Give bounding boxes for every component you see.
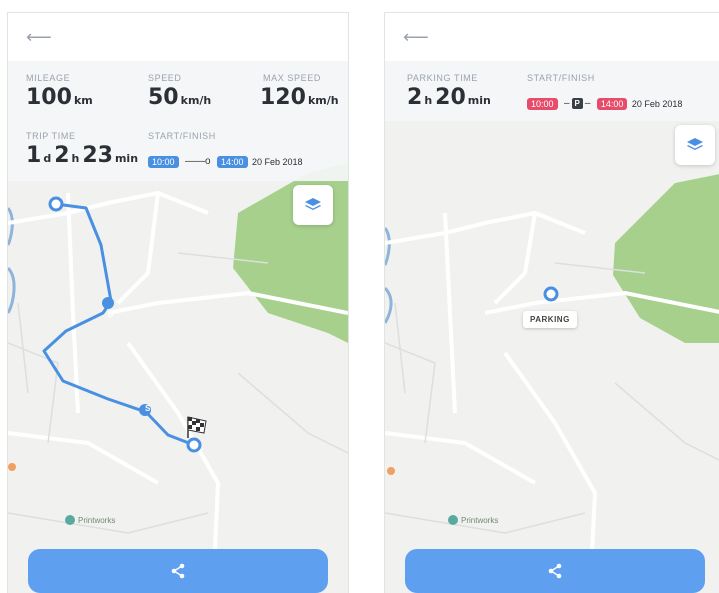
share-icon: [171, 563, 185, 579]
share-button[interactable]: [405, 549, 705, 593]
poi-pin-icon: [448, 515, 458, 525]
parking-badge: P: [571, 98, 583, 110]
mileage-label: MILEAGE: [26, 73, 71, 83]
parking-tag: PARKING: [523, 311, 577, 328]
layers-icon: [305, 198, 321, 210]
start-finish-label: START/FINISH: [527, 73, 595, 83]
speed-label: SPEED: [148, 73, 182, 83]
back-button[interactable]: ⟵: [403, 27, 429, 48]
map-layers-button[interactable]: [293, 185, 333, 225]
stop-marker-label: S: [108, 310, 114, 319]
share-button[interactable]: [28, 549, 328, 593]
poi-label: Printworks: [78, 516, 116, 525]
speed-value: 50 km/h: [148, 85, 212, 110]
start-finish-label: START/FINISH: [148, 131, 216, 141]
start-time: 10:00: [527, 97, 558, 110]
parking-time-value: 2 h 20 min: [407, 85, 491, 110]
trip-stats-panel: MILEAGE 100 km SPEED 50 km/h MAX SPEED 120…: [8, 61, 348, 181]
poi-orange-pin-icon: [8, 463, 16, 471]
back-button[interactable]: ⟵: [26, 27, 52, 48]
parking-date: 20 Feb 2018: [631, 98, 683, 109]
max-speed-value: 120 km/h: [260, 85, 339, 110]
header-bar: ⟵: [8, 13, 348, 61]
parking-time-label: PARKING TIME: [407, 73, 478, 83]
start-point[interactable]: [48, 196, 64, 212]
stop-marker-label: S: [145, 404, 151, 413]
parking-stats-panel: PARKING TIME 2 h 20 min START/FINISH 10:00 …: [385, 61, 719, 121]
trip-date: 20 Feb 2018: [251, 156, 303, 167]
stop-marker[interactable]: [102, 297, 114, 309]
mileage-value: 100 km: [26, 85, 93, 110]
parking-location-point[interactable]: [543, 286, 559, 302]
end-time: 14:00: [217, 155, 248, 168]
poi-label: Printworks: [461, 516, 499, 525]
trip-time-value: 1 d 2 h 23 min: [26, 143, 139, 168]
trip-screen: S S Printworks ⟵ MILEAGE 100 km SPEED 50 k…: [7, 12, 349, 593]
route-line: ——o: [184, 156, 211, 168]
finish-point[interactable]: [186, 437, 202, 453]
layers-icon: [687, 138, 703, 150]
start-finish-times: 10:00 – P – 14:00 20 Feb 2018: [527, 95, 682, 113]
start-finish-times: 10:00 ——o 14:00 20 Feb 2018: [148, 153, 303, 171]
end-time: 14:00: [596, 97, 628, 110]
trip-time-label: TRIP TIME: [26, 131, 76, 141]
share-icon: [548, 563, 562, 579]
max-speed-label: MAX SPEED: [263, 73, 321, 83]
parking-screen: PARKING Printworks ⟵ PARKING TIME 2 h 20 mi…: [384, 12, 719, 593]
map-layers-button[interactable]: [675, 125, 715, 165]
poi-orange-pin-icon: [387, 467, 395, 475]
start-time: 10:00: [148, 155, 179, 168]
poi-pin-icon: [65, 515, 75, 525]
header-bar: ⟵: [385, 13, 719, 61]
